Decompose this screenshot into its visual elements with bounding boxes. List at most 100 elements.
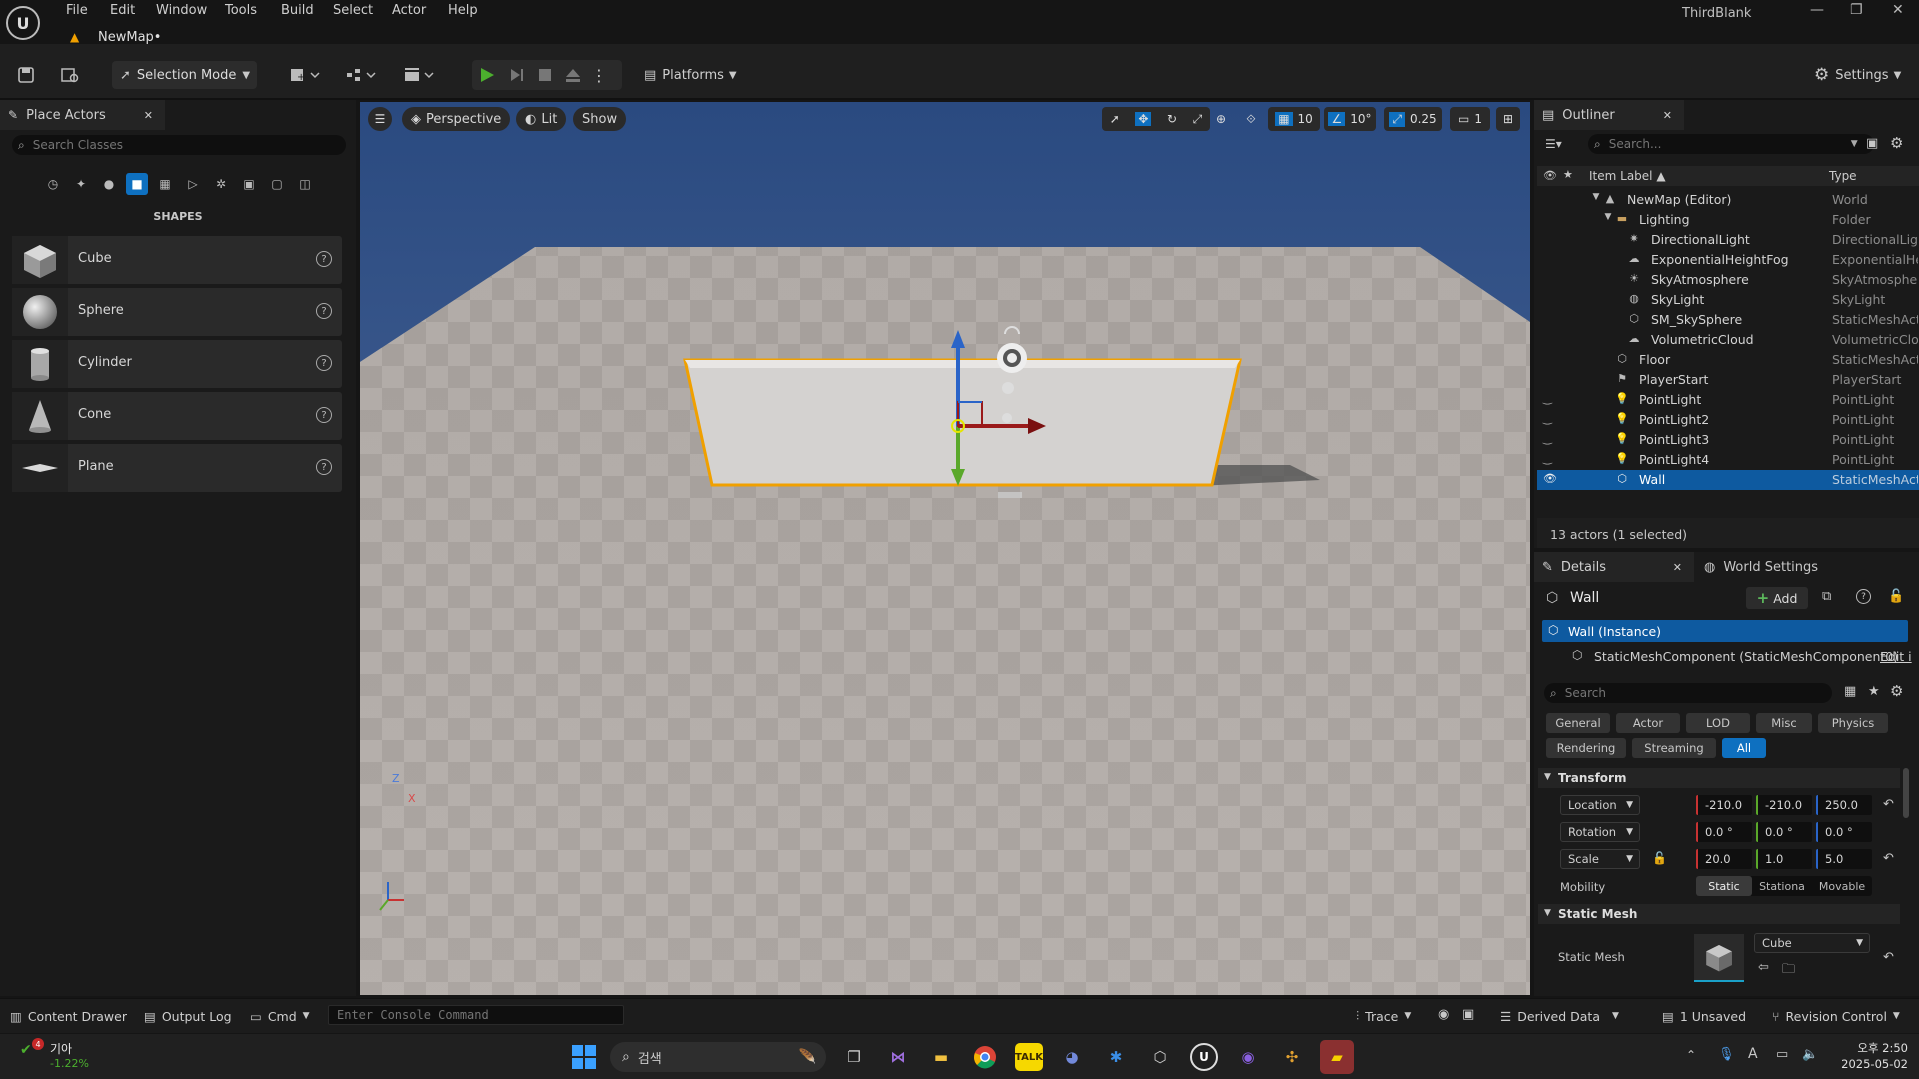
grid-snap-button[interactable]: ▦ 10 [1268,107,1320,131]
place-actor-cone[interactable]: Cone ? [12,392,342,440]
advance-frame-icon[interactable] [506,60,528,90]
add-content-button[interactable]: + [286,60,326,90]
stop-icon[interactable] [534,60,556,90]
unity-icon[interactable]: ⬡ [1146,1043,1174,1071]
outliner-row[interactable]: ☀ SkyAtmosphere SkyAtmospher [1537,270,1919,290]
static-mesh-thumbnail[interactable] [1694,934,1744,982]
edit-component-link[interactable]: Edit i [1880,649,1912,664]
microphone-icon[interactable]: 🎙 [1718,1047,1735,1062]
menu-select[interactable]: Select [333,3,373,18]
outliner-row[interactable]: ▼ ▲ NewMap (Editor) World [1537,190,1919,210]
shapes-icon[interactable]: ■ [126,173,148,195]
viewport-options-icon[interactable]: ☰ [368,107,392,131]
mobility-stationary[interactable]: Stationa [1752,876,1812,896]
perspective-button[interactable]: ◈ Perspective [402,107,511,131]
outliner-row[interactable]: ⬡ Floor StaticMeshActo [1537,350,1919,370]
selection-mode-dropdown[interactable]: ➚ Selection Mode ▼ [112,61,257,89]
screenshot-icon[interactable]: ▣ [1462,1007,1474,1022]
recent-icon[interactable]: ◷ [42,173,64,195]
gear-icon[interactable]: ⚙ [1890,682,1903,700]
outliner-row[interactable]: ‿ 💡 PointLight2 PointLight [1537,410,1919,430]
table-view-icon[interactable]: ▦ [1844,684,1856,699]
use-selected-asset-icon[interactable]: ⇦ [1758,960,1769,975]
close-icon[interactable]: ✕ [1663,109,1672,122]
outliner-tab[interactable]: ▤ Outliner ✕ [1534,100,1684,130]
component-row[interactable]: ⬡ StaticMeshComponent (StaticMeshCompone… [1542,645,1912,667]
menu-file[interactable]: File [66,3,88,18]
ime-icon[interactable]: A [1748,1046,1758,1062]
filter-icon[interactable]: ☰▾ [1545,137,1562,151]
unsaved-button[interactable]: ▤ 1 Unsaved [1662,1006,1746,1026]
unreal-logo-icon[interactable]: U [6,6,40,40]
category-actor[interactable]: Actor [1616,713,1680,733]
scale-dropdown[interactable]: Scale ▼ [1560,849,1640,869]
close-window-icon[interactable]: ✕ [1892,2,1904,18]
browse-asset-icon[interactable]: 🗀 [1782,960,1795,982]
close-icon[interactable]: ✕ [1673,561,1682,574]
mobility-static[interactable]: Static [1696,876,1752,896]
scale-z-field[interactable]: 5.0 [1816,849,1872,869]
select-tool-icon[interactable]: ➚ [1110,112,1120,126]
category-physics[interactable]: Physics [1818,713,1888,733]
mobility-movable[interactable]: Movable [1812,876,1872,896]
reset-static-mesh-icon[interactable]: ↶ [1883,950,1894,965]
outliner-row[interactable]: ‿ 💡 PointLight PointLight [1537,390,1919,410]
outliner-row[interactable]: ⬡ SM_SkySphere StaticMeshActo [1537,310,1919,330]
help-icon[interactable]: ? [316,303,332,319]
outliner-row[interactable]: ☁ ExponentialHeightFog ExponentialHei [1537,250,1919,270]
play-icon[interactable] [476,60,498,90]
network-icon[interactable]: ▭ [1776,1047,1788,1062]
menu-window[interactable]: Window [156,3,207,18]
lights-icon[interactable]: ● [98,173,120,195]
scale-snap-button[interactable]: ⤢ 0.25 [1384,107,1442,131]
cmd-dropdown[interactable]: ▭ Cmd ▼ [250,1006,310,1026]
blueprint-icon[interactable]: ⧉ [1822,589,1831,604]
outliner-search-input[interactable] [1606,136,1851,152]
play-options-icon[interactable]: ⋮ [591,60,607,90]
volume-icon[interactable]: 🔈 [1802,1047,1818,1062]
expand-icon[interactable]: ▼ [1589,192,1603,206]
menu-help[interactable]: Help [448,3,478,18]
outliner-row[interactable]: ▼ ▬ Lighting Folder [1537,210,1919,230]
browse-icon[interactable] [58,60,82,90]
all-classes-icon[interactable]: ▢ [266,173,288,195]
outliner-row[interactable]: ☁ VolumetricCloud VolumetricClou [1537,330,1919,350]
slack-icon[interactable]: ✣ [1278,1043,1306,1071]
place-actors-tab[interactable]: ✎ Place Actors ✕ [0,100,165,130]
category-rendering[interactable]: Rendering [1546,738,1626,758]
more-classes-icon[interactable]: ◫ [294,173,316,195]
content-drawer-button[interactable]: ▥ Content Drawer [10,1006,127,1026]
menu-actor[interactable]: Actor [392,3,426,18]
outliner-row[interactable]: ‿ 💡 PointLight3 PointLight [1537,430,1919,450]
details-scrollbar[interactable] [1903,768,1909,818]
surface-snap-icon[interactable]: ⟐ [1238,107,1264,131]
revision-control-dropdown[interactable]: ⑂ Revision Control ▼ [1772,1006,1900,1026]
chevron-up-icon[interactable]: ⌃ [1686,1048,1696,1062]
favorites-star-icon[interactable]: ★ [1868,684,1880,699]
scale-y-field[interactable]: 1.0 [1756,849,1812,869]
place-actor-plane[interactable]: Plane ? [12,444,342,492]
rotation-y-field[interactable]: 0.0 ° [1756,822,1812,842]
volumes-icon[interactable]: ▣ [238,173,260,195]
map-tab[interactable]: NewMap• [98,30,161,45]
basic-icon[interactable]: ✦ [70,173,92,195]
transform-section-header[interactable]: ▼ Transform [1538,768,1900,788]
world-space-icon[interactable]: ⊕ [1208,107,1234,131]
lit-button[interactable]: ◐ Lit [516,107,567,131]
geometry-icon[interactable]: ✲ [210,173,232,195]
viewport-layout-icon[interactable]: ⊞ [1496,107,1520,131]
gear-icon[interactable]: ⚙ [1890,134,1903,152]
outliner-row[interactable]: ✷ DirectionalLight DirectionalLigh [1537,230,1919,250]
output-log-button[interactable]: ▤ Output Log [144,1006,232,1026]
scale-x-field[interactable]: 20.0 [1696,849,1752,869]
location-dropdown[interactable]: Location ▼ [1560,795,1640,815]
save-icon[interactable] [14,60,38,90]
static-mesh-section-header[interactable]: ▼ Static Mesh [1538,904,1900,924]
details-tab[interactable]: ✎ Details ✕ [1534,552,1694,582]
category-all[interactable]: All [1722,738,1766,758]
outliner-row[interactable]: ⚑ PlayerStart PlayerStart [1537,370,1919,390]
help-icon[interactable]: ? [316,459,332,475]
discord-icon[interactable]: ◕ [1058,1043,1086,1071]
platforms-button[interactable]: ▤ Platforms ▼ [644,61,737,89]
place-actor-sphere[interactable]: Sphere ? [12,288,342,336]
